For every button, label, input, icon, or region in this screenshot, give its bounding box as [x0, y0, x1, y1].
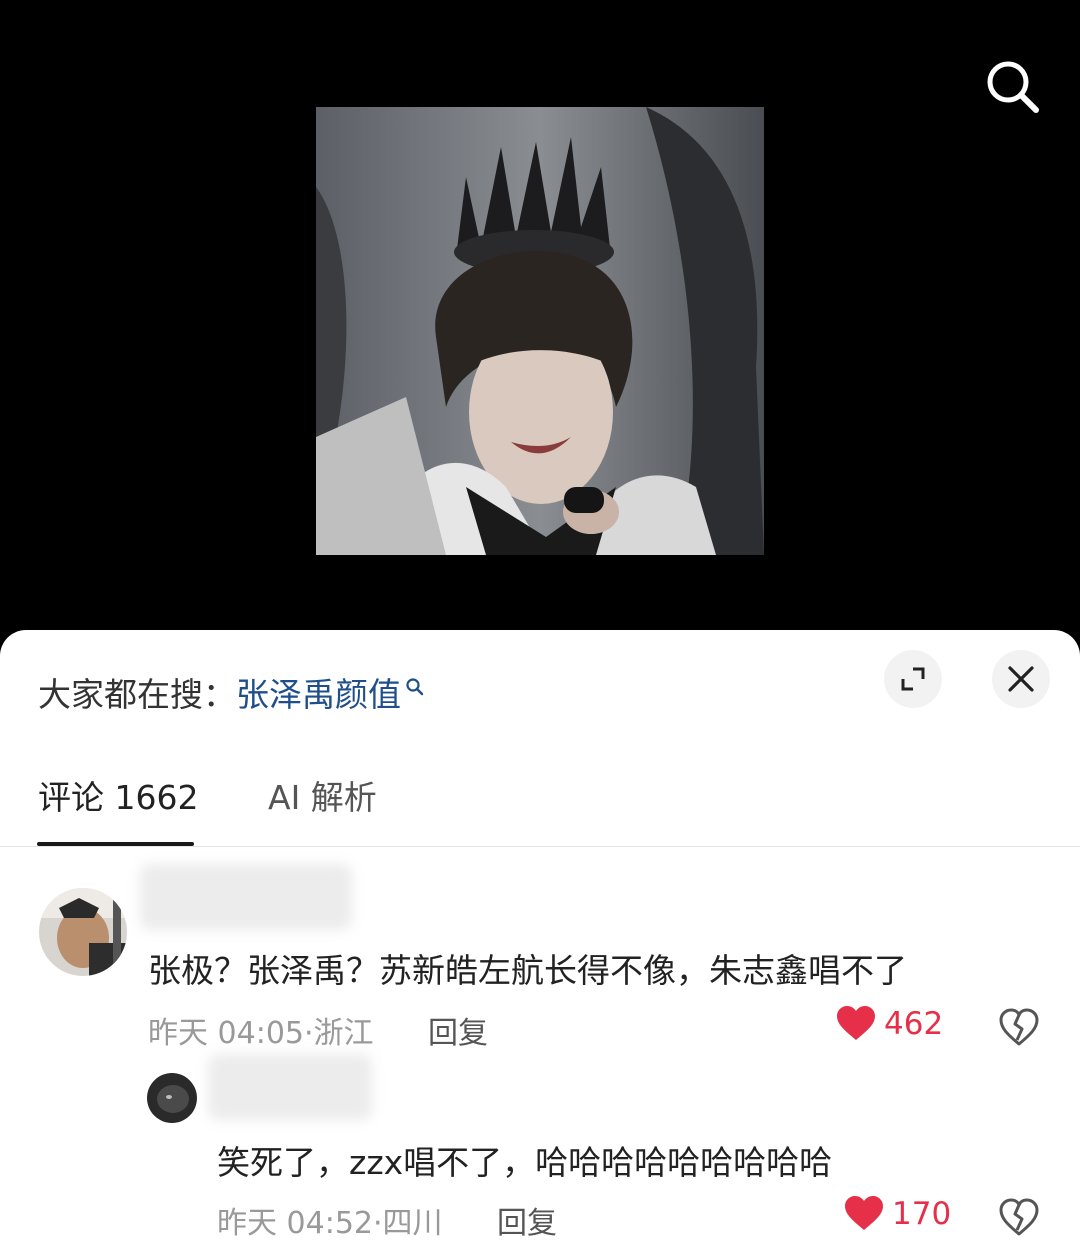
- broken-heart-icon: [999, 1008, 1039, 1046]
- heart-icon: [837, 1006, 875, 1040]
- search-icon: [406, 678, 424, 696]
- tab-bar: 评论 1662 AI 解析: [0, 770, 1080, 847]
- avatar[interactable]: [147, 1073, 197, 1123]
- close-button[interactable]: [992, 650, 1050, 708]
- broken-heart-icon: [999, 1198, 1039, 1236]
- comment-sheet: 大家都在搜： 张泽禹颜值 评论 1662 AI 解析 张极？张泽禹？苏新皓左航长…: [0, 630, 1080, 1248]
- dislike-button[interactable]: [998, 1196, 1040, 1238]
- comment-location: 四川: [382, 1206, 443, 1241]
- comment-meta: 昨天 04:05·浙江: [148, 1016, 374, 1051]
- like-button[interactable]: 170: [844, 1196, 951, 1232]
- comment-time: 昨天 04:05: [148, 1016, 304, 1051]
- avatar[interactable]: [39, 888, 127, 976]
- username-redacted: [140, 864, 352, 930]
- tab-comments[interactable]: 评论 1662: [38, 770, 198, 846]
- like-button[interactable]: 462: [836, 1006, 943, 1042]
- like-count: 462: [884, 1006, 944, 1042]
- dislike-button[interactable]: [998, 1006, 1040, 1048]
- heart-icon: [845, 1196, 883, 1230]
- reply-button[interactable]: 回复: [428, 1008, 488, 1052]
- close-icon: [1008, 666, 1034, 692]
- reply-button[interactable]: 回复: [497, 1198, 557, 1242]
- expand-button[interactable]: [884, 650, 942, 708]
- hot-search-term[interactable]: 张泽禹颜值: [236, 668, 401, 716]
- search-icon: [987, 61, 1039, 113]
- comment-text: 张极？张泽禹？苏新皓左航长得不像，朱志鑫唱不了: [148, 951, 907, 990]
- comment-time: 昨天 04:52: [217, 1206, 373, 1241]
- tab-ai-analysis[interactable]: AI 解析: [268, 770, 377, 846]
- expand-icon: [901, 667, 925, 691]
- like-count: 170: [892, 1196, 952, 1232]
- video-thumbnail[interactable]: [316, 107, 764, 555]
- username-redacted: [208, 1054, 372, 1120]
- comment-location: 浙江: [313, 1016, 374, 1051]
- hot-search-bar[interactable]: 大家都在搜： 张泽禹颜值: [38, 670, 425, 714]
- hot-search-prefix: 大家都在搜：: [38, 675, 236, 714]
- search-button[interactable]: [984, 58, 1042, 116]
- comment-text: 笑死了，zzx唱不了，哈哈哈哈哈哈哈哈哈: [217, 1143, 833, 1182]
- video-area[interactable]: [0, 0, 1080, 640]
- comment-meta: 昨天 04:52·四川: [217, 1206, 443, 1241]
- active-tab-indicator: [37, 842, 194, 846]
